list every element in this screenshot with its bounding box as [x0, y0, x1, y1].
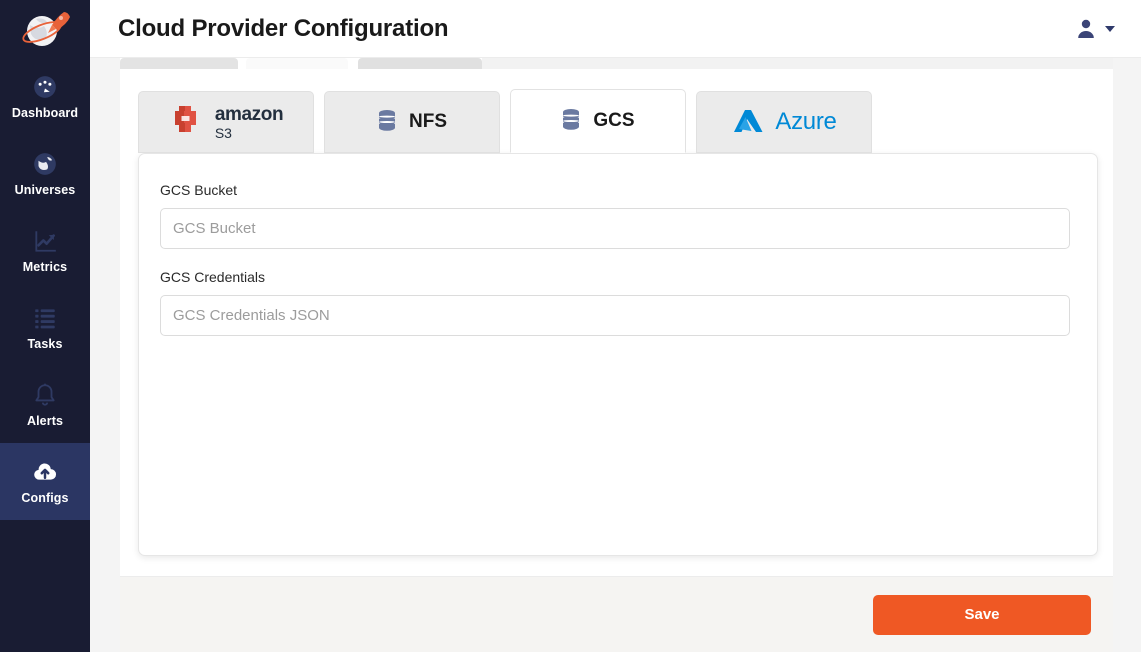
chevron-down-icon: [1105, 25, 1115, 32]
azure-icon: [734, 110, 763, 132]
gcs-config-panel: GCS Bucket GCS Credentials: [138, 153, 1098, 556]
gcs-credentials-input[interactable]: [160, 295, 1070, 336]
tab-label: amazon: [214, 103, 284, 125]
save-button[interactable]: Save: [873, 594, 1091, 635]
sidebar-item-universes[interactable]: Universes: [0, 135, 90, 212]
top-bar: Cloud Provider Configuration: [90, 0, 1141, 58]
app-logo[interactable]: [0, 0, 90, 58]
gcs-bucket-input[interactable]: [160, 208, 1070, 249]
tab-sublabel: S3: [214, 124, 232, 141]
tab-label: GCS: [593, 110, 635, 131]
form-field-gcs-bucket: GCS Bucket: [160, 182, 1076, 249]
cloud-upload-icon: [34, 463, 57, 480]
tab-label: Azure: [775, 108, 837, 135]
tab-label: NFS: [409, 111, 447, 132]
cloud-provider-tabs: amazon S3 NFS GCS Azure: [138, 89, 1098, 153]
sidebar-item-label: Alerts: [26, 413, 64, 428]
tab-gcs[interactable]: GCS: [510, 89, 686, 153]
line-chart-icon: [35, 231, 56, 252]
form-field-gcs-credentials: GCS Credentials: [160, 269, 1076, 336]
sidebar-item-dashboard[interactable]: Dashboard: [0, 58, 90, 135]
scrolled-tab[interactable]: [246, 58, 348, 69]
globe-icon: [34, 152, 56, 175]
sidebar-item-label: Configs: [21, 490, 69, 505]
scrolled-tab[interactable]: [120, 58, 238, 69]
gauge-icon: [34, 75, 56, 98]
user-menu[interactable]: [1072, 12, 1119, 46]
bell-icon: [35, 383, 55, 406]
user-icon: [1078, 19, 1094, 38]
scrolled-tab[interactable]: [358, 58, 482, 69]
sidebar-item-label: Universes: [14, 182, 76, 197]
scrolled-tabs-strip: [120, 58, 1113, 69]
amazon-s3-icon: [174, 106, 196, 132]
sidebar-item-configs[interactable]: Configs: [0, 443, 90, 520]
database-icon: [563, 109, 580, 130]
sidebar-item-tasks[interactable]: Tasks: [0, 289, 90, 366]
tab-s3[interactable]: amazon S3: [138, 91, 314, 153]
rocket-globe-logo-icon: [22, 12, 70, 46]
app-root: Dashboard Universes Metrics Tasks Alerts…: [0, 0, 1141, 652]
field-label: GCS Bucket: [160, 182, 238, 198]
form-footer: Save: [120, 576, 1113, 652]
sidebar-item-alerts[interactable]: Alerts: [0, 366, 90, 443]
sidebar-item-label: Dashboard: [11, 105, 79, 120]
sidebar-item-label: Metrics: [22, 259, 68, 274]
field-label: GCS Credentials: [160, 269, 266, 285]
content-area: amazon S3 NFS GCS Azure GCS Bucket GCS B…: [120, 58, 1113, 652]
sidebar: Dashboard Universes Metrics Tasks Alerts…: [0, 0, 90, 652]
main-region: Cloud Provider Configuration amazon S3 N…: [90, 0, 1141, 652]
page-title: Cloud Provider Configuration: [118, 14, 449, 42]
database-icon: [379, 110, 395, 131]
sidebar-nav: Dashboard Universes Metrics Tasks Alerts…: [0, 58, 90, 520]
sidebar-item-label: Tasks: [27, 336, 63, 351]
list-icon: [35, 309, 55, 329]
tab-nfs[interactable]: NFS: [324, 91, 500, 153]
sidebar-item-metrics[interactable]: Metrics: [0, 212, 90, 289]
scrolled-tabs-rest: [482, 58, 1113, 69]
tab-azure[interactable]: Azure: [696, 91, 872, 153]
